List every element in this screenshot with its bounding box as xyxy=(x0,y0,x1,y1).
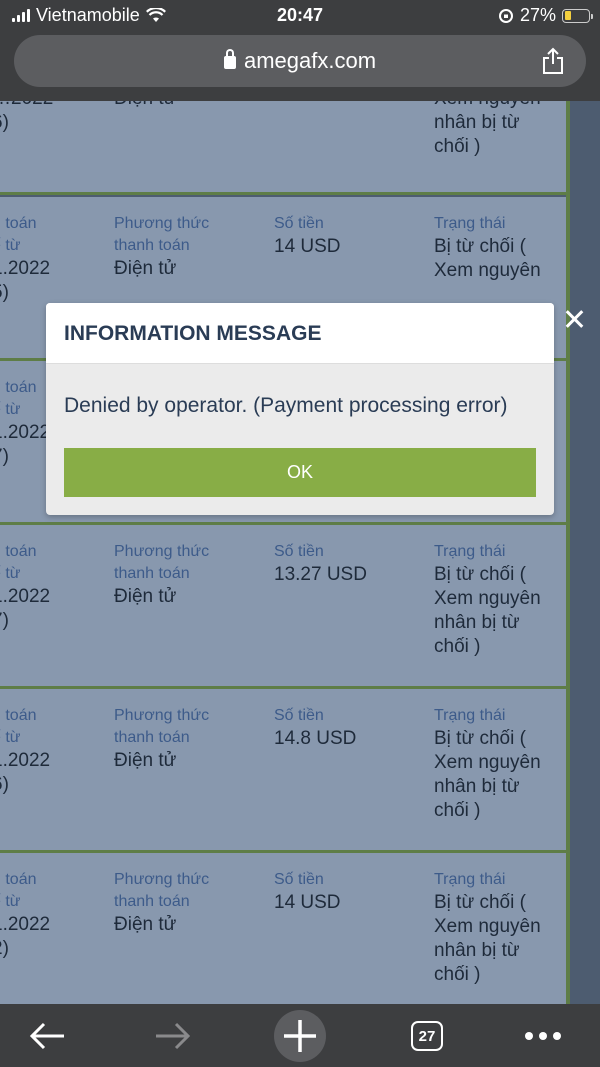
status-cell[interactable]: Trạng thái Bị từ chối ( Xem nguyên nhân … xyxy=(434,869,554,987)
ok-button[interactable]: OK xyxy=(64,448,536,497)
table-border xyxy=(566,101,570,1004)
payment-method-cell: Phương thức thanh toán Điện tử xyxy=(114,871,210,935)
plus-icon xyxy=(284,1020,316,1052)
row-date-cell: n toán ế từ 1.2022 5) xyxy=(0,215,51,303)
information-dialog: INFORMATION MESSAGE Denied by operator. … xyxy=(46,303,554,515)
url-display[interactable]: amegafx.com xyxy=(14,48,586,74)
dialog-header: INFORMATION MESSAGE xyxy=(46,303,554,364)
rotation-lock-icon xyxy=(498,8,513,23)
new-tab-button[interactable] xyxy=(273,1009,327,1063)
payment-method-cell: Phương thức thanh toán Điện tử xyxy=(114,543,210,607)
status-cell[interactable]: Xem nguyên nhân bị từ chối ) xyxy=(434,101,554,159)
forward-button[interactable] xyxy=(148,1012,198,1060)
battery-percent: 27% xyxy=(519,5,556,25)
arrow-right-icon xyxy=(156,1022,191,1050)
dialog-message: Denied by operator. (Payment processing … xyxy=(64,394,508,417)
row-date-cell: …2022 6) xyxy=(0,101,53,133)
lock-icon xyxy=(223,49,236,69)
transactions-table: …2022 6) Điện tử Xem nguyên nhân bị từ c… xyxy=(0,101,570,1004)
table-row: n toán ế từ 1.2022 6) Phương thức thanh … xyxy=(0,689,566,853)
row-date-cell: n toán ế từ 1.2022 2) xyxy=(0,871,51,959)
more-menu-button[interactable] xyxy=(518,1012,568,1060)
table-row: n toán ế từ 1.2022 2) Phương thức thanh … xyxy=(0,853,566,1004)
close-icon[interactable] xyxy=(562,307,586,331)
address-bar[interactable]: amegafx.com xyxy=(14,35,586,87)
payment-method-cell: Phương thức thanh toán Điện tử xyxy=(114,215,210,279)
url-text: amegafx.com xyxy=(243,48,377,73)
dialog-title: INFORMATION MESSAGE xyxy=(64,322,322,345)
arrow-left-icon xyxy=(29,1022,64,1050)
status-cell[interactable]: Trạng thái Bị từ chối ( Xem nguyên nhân … xyxy=(434,705,554,823)
more-dots-icon xyxy=(525,1032,561,1040)
share-icon[interactable] xyxy=(540,47,566,75)
payment-method-cell: Điện tử xyxy=(114,101,244,111)
row-date-cell: n toán ế từ 1.2022 7) xyxy=(0,543,51,631)
new-tab-circle xyxy=(274,1010,326,1062)
browser-toolbar: 27 xyxy=(0,1004,600,1067)
battery-info: 27% xyxy=(498,5,593,26)
table-row: n toán ế từ 1.2022 7) Phương thức thanh … xyxy=(0,525,566,689)
browser-top-bar: Vietnamobile 20:47 27% amegafx.com xyxy=(0,0,600,101)
status-cell[interactable]: Trạng thái Bị từ chối ( Xem nguyên nhân … xyxy=(434,541,554,659)
payment-method-cell: Phương thức thanh toán Điện tử xyxy=(114,707,210,771)
battery-level xyxy=(564,11,571,20)
tabs-count-icon: 27 xyxy=(411,1021,443,1051)
amount-cell: Số tiền 13.27 USD xyxy=(274,543,367,585)
amount-cell: Số tiền 14 USD xyxy=(274,215,341,257)
web-page: …2022 6) Điện tử Xem nguyên nhân bị từ c… xyxy=(0,101,600,1004)
amount-cell: Số tiền 14.8 USD xyxy=(274,707,357,749)
back-button[interactable] xyxy=(22,1012,72,1060)
battery-icon xyxy=(562,8,593,23)
row-date-cell: n toán ế từ 1.2022 6) xyxy=(0,707,51,795)
table-row: …2022 6) Điện tử Xem nguyên nhân bị từ c… xyxy=(0,101,566,195)
amount-cell: Số tiền 14 USD xyxy=(274,871,341,913)
tabs-button[interactable]: 27 xyxy=(402,1012,452,1060)
status-cell[interactable]: Trạng thái Bị từ chối ( Xem nguyên xyxy=(434,213,554,283)
